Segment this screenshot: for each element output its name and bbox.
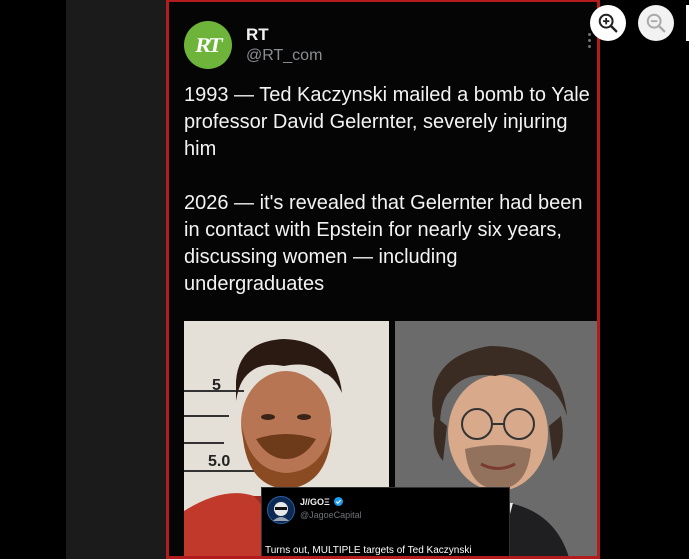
height-chart-mark: 5.0 bbox=[208, 453, 231, 470]
verified-badge-icon bbox=[334, 497, 344, 506]
zoom-in-icon bbox=[598, 13, 618, 33]
quote-display-name[interactable]: J//GOΞ bbox=[300, 497, 344, 507]
avatar-logo-text: RT bbox=[193, 32, 223, 57]
avatar[interactable]: RT bbox=[184, 21, 232, 69]
height-chart-mark: 5 bbox=[212, 377, 221, 394]
zoom-in-button[interactable] bbox=[590, 5, 626, 41]
quote-avatar-image bbox=[273, 502, 289, 521]
quote-name-text: J//GOΞ bbox=[300, 497, 330, 507]
phone-screenshot: RT RT @RT_com 1993 — Ted Kaczynski maile… bbox=[66, 0, 600, 559]
user-handle[interactable]: @RT_com bbox=[246, 47, 322, 65]
zoom-out-button[interactable] bbox=[638, 5, 674, 41]
quote-avatar[interactable] bbox=[267, 496, 295, 524]
display-name[interactable]: RT bbox=[246, 25, 269, 45]
quoted-tweet[interactable]: J//GOΞ @JagoeCapital Turns out, MULTIPLE… bbox=[261, 487, 510, 556]
zoom-out-icon bbox=[646, 13, 666, 33]
tweet-media[interactable]: 5 5.0 J//GOΞ @JagoeCapital Turns out, MU… bbox=[184, 321, 597, 556]
more-options-icon[interactable] bbox=[588, 33, 592, 49]
tweet-paragraph: 1993 — Ted Kaczynski mailed a bomb to Ya… bbox=[184, 84, 590, 160]
tweet-header: RT RT @RT_com bbox=[184, 21, 594, 71]
quote-handle[interactable]: @JagoeCapital bbox=[300, 510, 362, 520]
tweet-card: RT RT @RT_com 1993 — Ted Kaczynski maile… bbox=[166, 0, 600, 559]
quote-text: Turns out, MULTIPLE targets of Ted Kaczy… bbox=[265, 545, 472, 556]
tweet-paragraph: 2026 — it's revealed that Gelernter had … bbox=[184, 192, 583, 295]
tweet-body: 1993 — Ted Kaczynski mailed a bomb to Ya… bbox=[184, 82, 594, 298]
